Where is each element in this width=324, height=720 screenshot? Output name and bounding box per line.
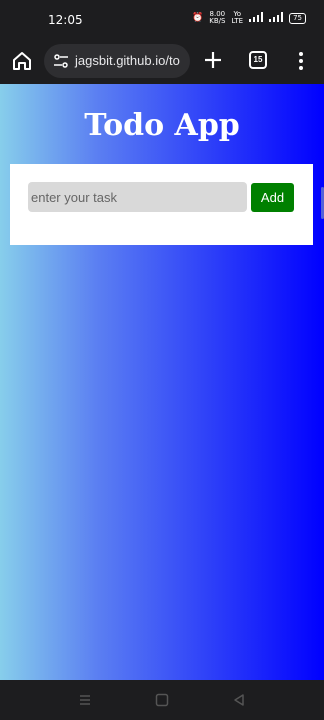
page-content: Todo App Add: [0, 84, 324, 680]
home-icon[interactable]: [11, 50, 33, 72]
alarm-icon: ⏰: [192, 13, 204, 23]
system-nav-bar: [0, 680, 324, 720]
status-time: 12:05: [48, 13, 83, 27]
more-menu-icon[interactable]: [297, 50, 305, 72]
net-speed-unit: KB/S: [209, 17, 226, 25]
app-title: Todo App: [84, 108, 240, 143]
url-text[interactable]: jagsbit.github.io/to: [75, 53, 180, 68]
new-tab-icon[interactable]: [202, 49, 224, 71]
home-nav-icon[interactable]: [154, 692, 170, 708]
address-bar[interactable]: jagsbit.github.io/to: [44, 44, 190, 78]
net-speed: 8.00 KB/S: [209, 11, 225, 25]
signal-icon-1: [249, 11, 264, 25]
tab-switcher-button[interactable]: 15: [249, 51, 267, 69]
add-button[interactable]: Add: [251, 183, 294, 212]
back-icon[interactable]: [231, 692, 247, 708]
volte-bottom: LTE: [231, 17, 244, 25]
browser-toolbar: jagsbit.github.io/to 15: [0, 40, 324, 84]
task-input[interactable]: [28, 182, 247, 212]
todo-card: Add: [10, 164, 313, 245]
recents-icon[interactable]: [77, 692, 93, 708]
signal-icon-2: [269, 11, 284, 25]
status-bar: 12:05 ⏰ 8.00 KB/S Yo LTE 75: [0, 0, 324, 40]
volte-indicator: Yo LTE: [231, 11, 243, 25]
battery-icon: 75: [289, 12, 306, 24]
site-settings-icon[interactable]: [53, 53, 69, 69]
status-icons: ⏰ 8.00 KB/S Yo LTE 75: [192, 11, 306, 25]
